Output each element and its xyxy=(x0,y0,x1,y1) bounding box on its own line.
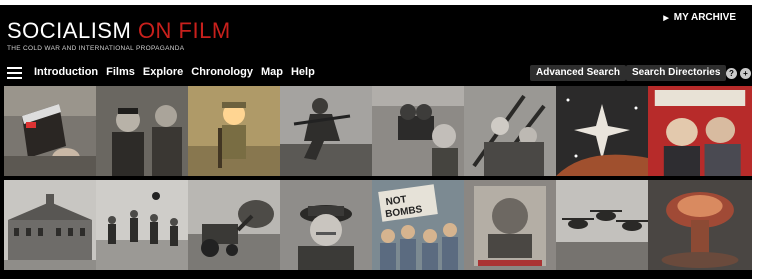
logo-title: SOCIALISM ON FILM xyxy=(7,19,231,43)
my-archive-link[interactable]: ▶ MY ARCHIVE xyxy=(663,12,736,23)
nav-menu: Introduction Films Explore Chronology Ma… xyxy=(34,66,315,78)
film-tile-protest-not-bombs[interactable]: NOT BOMBS xyxy=(372,180,464,270)
plus-circle-icon[interactable]: + xyxy=(740,68,751,79)
film-tile-leader-poster[interactable] xyxy=(464,180,556,270)
film-tile-child-soldier[interactable] xyxy=(188,86,280,176)
film-tile-palace-building[interactable] xyxy=(4,180,96,270)
film-image-gallery: NOT BOMBS xyxy=(4,86,752,279)
film-tile-cameraman[interactable] xyxy=(372,86,464,176)
my-archive-label: MY ARCHIVE xyxy=(673,12,736,23)
film-tile-space-stars[interactable] xyxy=(556,86,648,176)
nav-item-films[interactable]: Films xyxy=(106,66,135,78)
site-frame: SOCIALISM ON FILM THE COLD WAR AND INTER… xyxy=(0,5,752,279)
nav-item-explore[interactable]: Explore xyxy=(143,66,183,78)
nav-item-map[interactable]: Map xyxy=(261,66,283,78)
film-tile-helicopters[interactable] xyxy=(556,180,648,270)
nav-item-introduction[interactable]: Introduction xyxy=(34,66,98,78)
logo-title-accent: ON FILM xyxy=(137,18,231,43)
nav-item-help[interactable]: Help xyxy=(291,66,315,78)
triangle-right-icon: ▶ xyxy=(663,15,669,22)
hamburger-menu-icon[interactable] xyxy=(7,67,22,79)
film-tile-magazine-cover[interactable] xyxy=(648,86,752,176)
film-tile-soldiers-rifles[interactable] xyxy=(464,86,556,176)
nav-item-chronology[interactable]: Chronology xyxy=(191,66,253,78)
logo-title-main: SOCIALISM xyxy=(7,18,132,43)
search-directories-button[interactable]: Search Directories xyxy=(626,65,727,81)
logo-subtitle: THE COLD WAR AND INTERNATIONAL PROPAGAND… xyxy=(7,45,185,52)
film-tile-mushroom-cloud[interactable] xyxy=(648,180,752,270)
site-logo[interactable]: SOCIALISM ON FILM THE COLD WAR AND INTER… xyxy=(7,19,231,53)
film-tile-soldier-running[interactable] xyxy=(280,86,372,176)
main-nav: Introduction Films Explore Chronology Ma… xyxy=(0,63,752,85)
film-tile-tractor-field[interactable] xyxy=(188,180,280,270)
film-tile-football-players[interactable] xyxy=(96,180,188,270)
film-tile-clapperboard[interactable] xyxy=(4,86,96,176)
film-tile-officer-portrait[interactable] xyxy=(280,180,372,270)
film-tile-revolutionary-leaders[interactable] xyxy=(96,86,188,176)
question-circle-icon[interactable]: ? xyxy=(726,68,737,79)
advanced-search-button[interactable]: Advanced Search xyxy=(530,65,626,81)
